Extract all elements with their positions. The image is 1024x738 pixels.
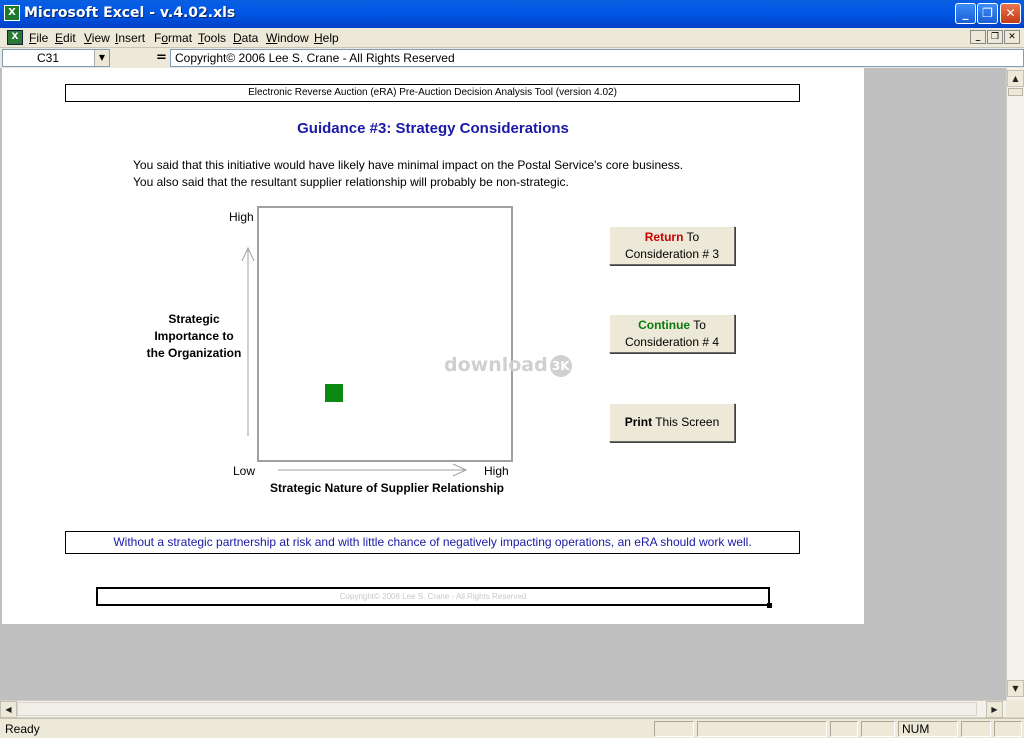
menu-file[interactable]: File [29,31,48,45]
continue-button[interactable]: Continue To Consideration # 4 [609,314,735,353]
scrollbar-corner [1006,700,1024,717]
status-text: Ready [5,722,40,736]
scroll-up-button[interactable]: ▲ [1007,70,1024,87]
document-icon[interactable]: X [7,30,23,45]
title-bar: X Microsoft Excel - v.4.02.xls _ ❐ ✕ [0,0,1024,28]
window-title: Microsoft Excel - v.4.02.xls [24,5,236,21]
menu-data[interactable]: Data [233,31,258,45]
x-axis-low-label: Low [233,464,256,478]
status-panel-4 [861,721,895,737]
status-bar: Ready NUM [0,718,1024,738]
status-panel-6 [961,721,991,737]
doc-restore-button[interactable]: ❐ [987,30,1003,44]
menu-edit-rest: dit [63,31,76,45]
continue-button-rest: To [690,318,706,332]
y-axis-high-label: High [229,210,254,224]
scroll-left-button[interactable]: ◀ [0,701,17,718]
maximize-button[interactable]: ❐ [977,3,998,24]
horizontal-scroll-thumb[interactable] [17,702,977,716]
status-panel-1 [654,721,694,737]
name-box-dropdown-icon[interactable]: ▼ [94,50,109,66]
status-panel-7 [994,721,1022,737]
position-marker [324,384,343,403]
y-axis-title: Strategic Importance to the Organization [132,311,256,362]
menu-tools[interactable]: Tools [198,31,226,45]
menu-view-rest: iew [91,31,110,45]
watermark-text: download [444,354,548,376]
return-button-rest: To [683,230,700,244]
menu-file-rest: ile [36,31,49,45]
return-button-line-1: Return To [610,229,734,246]
close-button[interactable]: ✕ [1000,3,1021,24]
vertical-scrollbar[interactable]: ▲ ▼ [1006,68,1024,700]
worksheet-area: Electronic Reverse Auction (eRA) Pre-Auc… [0,68,1006,700]
download-watermark: download 3K [444,354,572,377]
y-axis-title-line-3: the Organization [146,346,242,360]
continue-button-line-1: Continue To [610,317,734,334]
vertical-scroll-thumb[interactable] [1008,88,1023,96]
menu-window-rest: indow [277,31,309,45]
menu-insert[interactable]: Insert [115,31,145,45]
return-button[interactable]: Return To Consideration # 3 [609,226,735,265]
menu-data-accel: D [233,31,242,45]
doc-close-button[interactable]: ✕ [1004,30,1020,44]
return-button-strong: Return [644,230,684,244]
y-axis-title-line-2: Importance to [154,329,234,343]
formula-bar: C31 ▼ = Copyright© 2006 Lee S. Crane - A… [0,48,1024,68]
x-axis-title: Strategic Nature of Supplier Relationshi… [269,481,505,495]
formula-input[interactable]: Copyright© 2006 Lee S. Crane - All Right… [170,49,1024,67]
menu-tools-rest: ools [204,31,227,45]
watermark-badge-icon: 3K [549,354,572,377]
print-button-strong: Print [624,415,653,429]
print-button-rest: This Screen [652,415,720,429]
conclusion-text: Without a strategic partnership at risk … [65,531,800,554]
menu-insert-rest: nsert [118,31,146,45]
horizontal-scrollbar[interactable]: ◀ ▶ [0,700,1006,718]
y-axis-title-line-1: Strategic [168,312,220,326]
menu-view[interactable]: View [84,31,110,45]
menu-help[interactable]: Help [314,31,339,45]
print-button[interactable]: Print This Screen [609,403,735,442]
continue-button-strong: Continue [638,318,691,332]
menu-edit[interactable]: Edit [55,31,76,45]
menu-format-rest: rmat [168,31,193,45]
menu-window[interactable]: Window [266,31,309,45]
menu-help-accel: H [314,31,323,45]
excel-app-icon[interactable]: X [4,5,20,21]
menu-view-accel: V [84,31,92,45]
menu-help-rest: elp [322,31,339,45]
doc-minimize-button[interactable]: _ [970,30,986,44]
menu-window-accel: W [266,31,278,45]
num-lock-indicator: NUM [898,721,958,737]
menu-data-rest: ata [241,31,259,45]
menu-format[interactable]: Format [154,31,192,45]
sheet-canvas[interactable]: Electronic Reverse Auction (eRA) Pre-Auc… [2,68,864,624]
formula-equals-icon[interactable]: = [156,50,167,65]
menu-bar: X File Edit View Insert Format Tools Dat… [0,28,1024,48]
status-panel-2 [697,721,827,737]
scroll-right-button[interactable]: ▶ [986,701,1003,718]
menu-edit-accel: E [55,31,64,45]
minimize-button[interactable]: _ [955,3,976,24]
strategy-matrix [257,206,513,462]
continue-button-line-2: Consideration # 4 [624,335,720,349]
footer-copyright: Copyright© 2006 Lee S. Crane - All Right… [96,587,772,608]
return-button-line-2: Consideration # 3 [624,247,720,261]
x-axis-high-label: High [484,464,509,478]
scroll-down-button[interactable]: ▼ [1007,680,1024,697]
status-panel-3 [830,721,858,737]
